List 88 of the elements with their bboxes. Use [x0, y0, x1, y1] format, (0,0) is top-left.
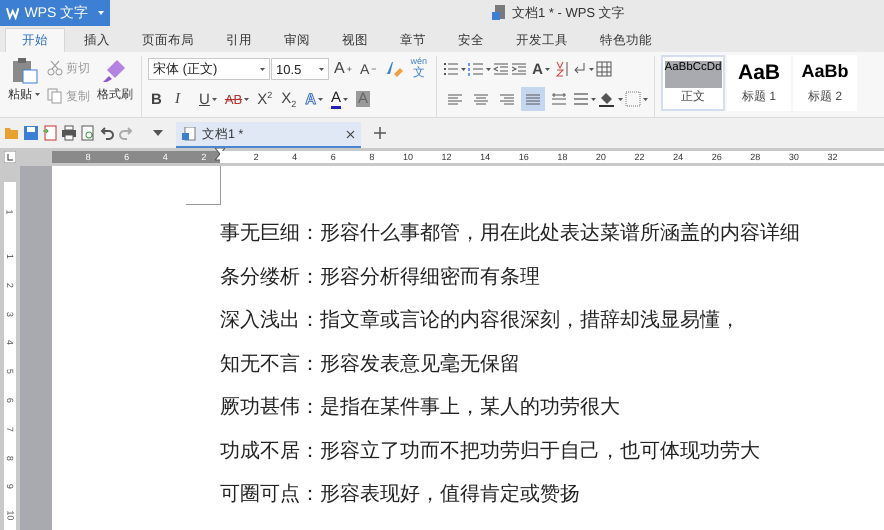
style-gallery-item[interactable]: AaBbCcDd 正文	[661, 55, 726, 111]
character-style-button[interactable]: A	[529, 57, 553, 81]
caret-icon	[486, 68, 492, 70]
horizontal-ruler: 8 6 4 2 2 4 6 8 10 12 14 16 18 20 22 24 26 28 30 32	[52, 151, 884, 163]
print-preview-icon	[80, 125, 96, 141]
format-button[interactable]: X$_{2}$	[278, 87, 300, 111]
eraser-icon	[384, 60, 403, 78]
font-size-dropdown[interactable]: 10.5	[271, 58, 329, 80]
font-family-dropdown[interactable]: 宋体 (正文)	[148, 58, 270, 80]
distributed-icon	[551, 92, 568, 106]
format-button[interactable]: I	[172, 87, 194, 111]
tab-stop-icon	[4, 151, 16, 163]
line-spacing-icon	[573, 92, 590, 106]
caret-icon	[35, 93, 40, 96]
ribbon-tab[interactable]: 开始	[5, 28, 65, 52]
phonetic-guide-button[interactable]: wén 文	[408, 57, 430, 81]
caret-icon	[343, 98, 348, 100]
window-title: 文档1 * - WPS 文字	[512, 4, 625, 22]
document-icon	[182, 127, 196, 141]
alignment-button[interactable]	[521, 87, 546, 111]
caret-icon	[212, 98, 217, 100]
caret-icon	[260, 68, 265, 70]
paragraph: 深入浅出：指文章或言论的内容很深刻，措辞却浅显易懂，	[220, 308, 741, 333]
close-icon[interactable]	[346, 130, 355, 138]
numbered-list-icon	[468, 62, 484, 76]
undo-icon	[99, 125, 115, 141]
ribbon-tab[interactable]: 安全	[445, 28, 497, 52]
ribbon-tab[interactable]: 页面布局	[129, 28, 207, 52]
ribbon-tab[interactable]: 审阅	[271, 28, 323, 52]
caret-icon	[98, 11, 104, 15]
paragraph: 可圈可点：形容表现好，值得肯定或赞扬	[220, 482, 581, 507]
caret-icon	[461, 68, 466, 70]
align-center-icon	[473, 92, 490, 106]
format-button[interactable]: A	[328, 87, 352, 111]
export-pdf-icon	[42, 125, 58, 141]
plus-icon	[373, 126, 387, 140]
caret-icon	[591, 98, 596, 100]
align-right-icon	[499, 92, 516, 106]
ribbon-tab[interactable]: 视图	[329, 28, 381, 52]
folder-icon	[4, 126, 20, 140]
paint-bucket-icon	[598, 91, 616, 107]
ribbon-tab[interactable]: 章节	[387, 28, 439, 52]
table-icon	[596, 61, 612, 77]
style-gallery-item[interactable]: AaBb 标题 2	[793, 55, 858, 111]
paragraph: 知无不言：形容发表意见毫无保留	[220, 352, 521, 376]
style-gallery-item[interactable]: AaB 标题 1	[727, 55, 792, 111]
bullet-list-icon	[443, 62, 460, 76]
paste-button[interactable]: 粘贴	[6, 56, 42, 117]
paragraph: 条分缕析：形容分析得细密而有条理	[220, 264, 541, 290]
format-button[interactable]: X$^{2}$	[254, 87, 276, 111]
caret-icon	[618, 98, 624, 100]
ribbon-tab[interactable]: 引用	[213, 28, 265, 52]
format-button[interactable]: B	[148, 87, 170, 111]
app-menu-button[interactable]: WPS 文字	[0, 0, 110, 26]
format-button[interactable]: AB	[222, 87, 252, 111]
ribbon-tab[interactable]: 特色功能	[587, 28, 665, 52]
dropdown-icon	[152, 129, 164, 137]
copy-icon	[47, 88, 63, 104]
caret-icon	[244, 98, 250, 100]
caret-icon	[544, 68, 550, 70]
format-button[interactable]: U	[196, 87, 220, 111]
document-tab[interactable]: 文档1 *	[176, 122, 361, 148]
caret-icon	[319, 68, 324, 70]
save-icon	[23, 125, 39, 141]
paragraph: 事无巨细：形容什么事都管，用在此处表达菜谱所涵盖的内容详细	[220, 221, 801, 246]
caret-icon	[318, 98, 324, 100]
decrease-indent-icon	[493, 62, 510, 76]
redo-icon	[118, 125, 134, 141]
vertical-ruler: 1 1 2 3 4 5 6 7 8 9 10	[4, 182, 16, 530]
caret-icon	[588, 68, 594, 70]
print-icon	[61, 125, 77, 141]
ribbon-tab[interactable]: 插入	[71, 28, 123, 52]
shrink-font-button[interactable]: A$^{−}$	[356, 57, 380, 81]
document-icon	[492, 5, 506, 21]
clipboard-icon	[10, 56, 38, 84]
line-break-icon	[572, 62, 587, 76]
paragraph: 功成不居：形容立了功而不把功劳归于自己，也可体现功劳大	[220, 438, 761, 464]
w-logo-icon	[6, 6, 20, 20]
margin-corner-mark	[186, 166, 221, 205]
align-left-icon	[447, 92, 464, 106]
paragraph: 厥功甚伟：是指在某件事上，某人的功劳很大	[220, 395, 621, 420]
border-icon	[625, 91, 642, 107]
increase-indent-icon	[511, 62, 528, 76]
format-painter-button[interactable]: 格式刷	[95, 56, 135, 117]
scissors-icon	[47, 60, 63, 76]
caret-icon	[643, 98, 648, 100]
ribbon-tab[interactable]: 开发工具	[503, 28, 581, 52]
justify-icon	[525, 92, 542, 106]
